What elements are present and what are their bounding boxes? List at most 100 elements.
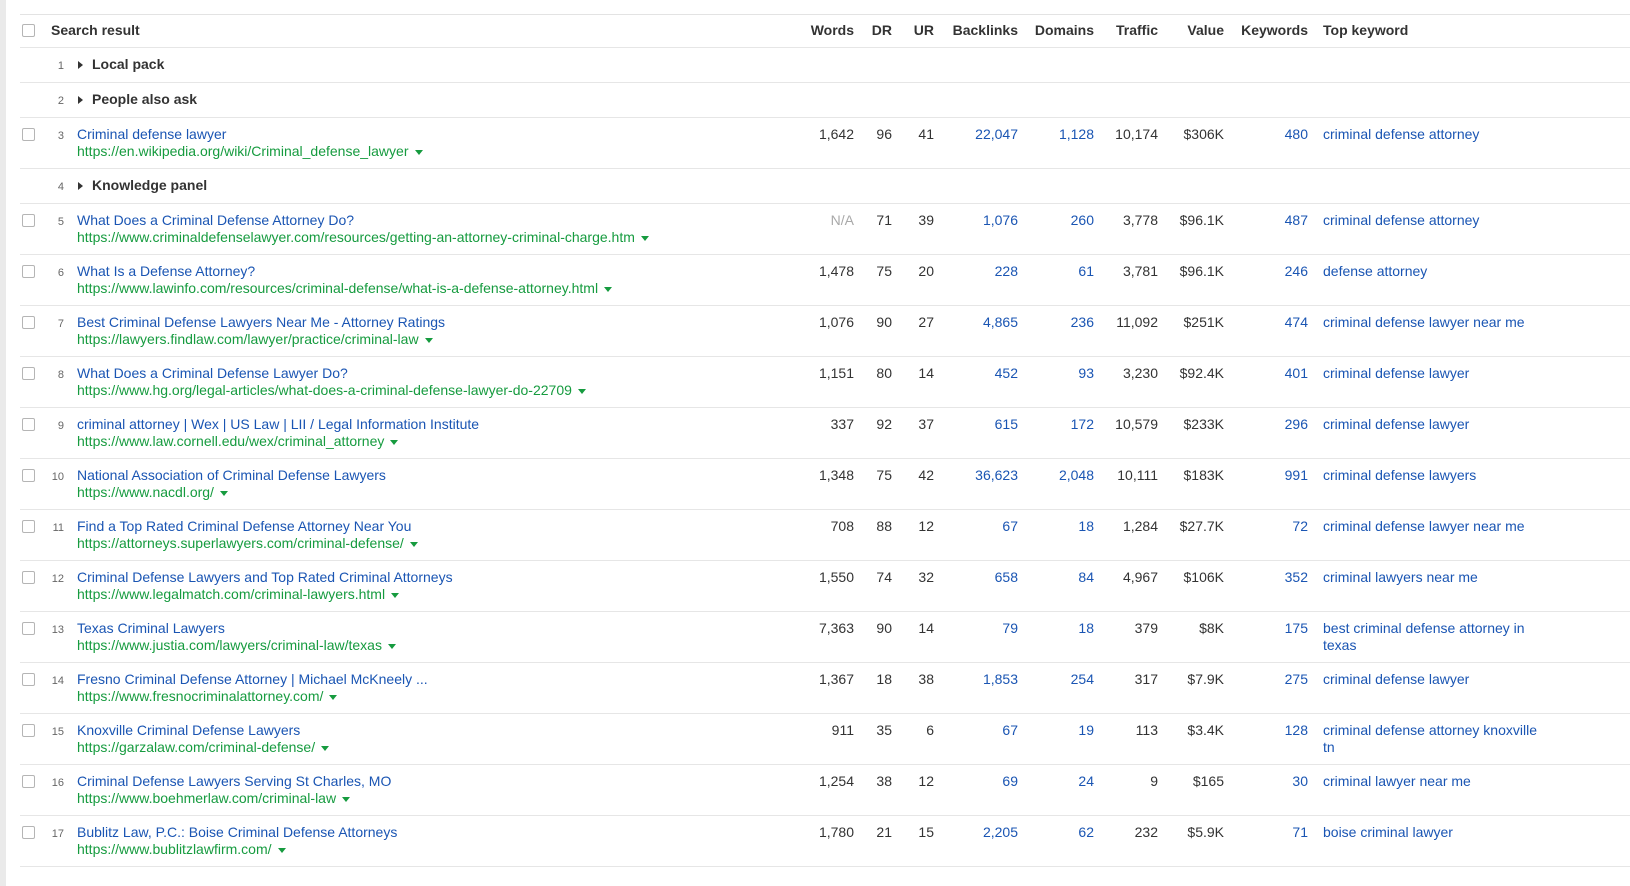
row-checkbox[interactable]: [22, 367, 35, 380]
backlinks-link[interactable]: 69: [940, 773, 1018, 790]
keywords-link[interactable]: 30: [1232, 773, 1308, 790]
top-keyword-link[interactable]: criminal lawyer near me: [1323, 773, 1538, 790]
result-url-link[interactable]: https://en.wikipedia.org/wiki/Criminal_d…: [77, 143, 423, 160]
top-keyword-link[interactable]: defense attorney: [1323, 263, 1538, 280]
header-value[interactable]: Value: [1165, 22, 1224, 39]
backlinks-link[interactable]: 22,047: [940, 126, 1018, 143]
top-keyword-link[interactable]: criminal defense lawyer: [1323, 671, 1538, 688]
header-words[interactable]: Words: [790, 22, 854, 39]
row-checkbox[interactable]: [22, 826, 35, 839]
top-keyword-link[interactable]: criminal defense attorney: [1323, 126, 1538, 143]
keywords-link[interactable]: 480: [1232, 126, 1308, 143]
result-url-text[interactable]: https://www.legalmatch.com/criminal-lawy…: [77, 586, 385, 602]
url-dropdown-icon[interactable]: [577, 388, 586, 394]
keywords-link[interactable]: 991: [1232, 467, 1308, 484]
result-title-link[interactable]: Knoxville Criminal Defense Lawyers: [77, 722, 300, 739]
backlinks-link[interactable]: 228: [940, 263, 1018, 280]
row-checkbox[interactable]: [22, 316, 35, 329]
result-url-link[interactable]: https://www.justia.com/lawyers/criminal-…: [77, 637, 396, 654]
result-url-text[interactable]: https://www.fresnocriminalattorney.com/: [77, 688, 323, 704]
top-keyword-link[interactable]: criminal defense lawyer: [1323, 416, 1538, 433]
url-dropdown-icon[interactable]: [414, 149, 423, 155]
row-checkbox[interactable]: [22, 265, 35, 278]
result-title-link[interactable]: Texas Criminal Lawyers: [77, 620, 225, 637]
row-checkbox[interactable]: [22, 673, 35, 686]
keywords-link[interactable]: 246: [1232, 263, 1308, 280]
expand-caret-icon[interactable]: [78, 96, 83, 104]
domains-link[interactable]: 18: [1030, 518, 1094, 535]
top-keyword-link[interactable]: criminal defense lawyer near me: [1323, 518, 1538, 535]
domains-link[interactable]: 84: [1030, 569, 1094, 586]
result-url-text[interactable]: https://www.hg.org/legal-articles/what-d…: [77, 382, 572, 398]
result-title-link[interactable]: Criminal Defense Lawyers Serving St Char…: [77, 773, 391, 790]
url-dropdown-icon[interactable]: [219, 490, 228, 496]
keywords-link[interactable]: 72: [1232, 518, 1308, 535]
url-dropdown-icon[interactable]: [424, 337, 433, 343]
result-url-link[interactable]: https://www.nacdl.org/: [77, 484, 228, 501]
result-url-link[interactable]: https://www.hg.org/legal-articles/what-d…: [77, 382, 586, 399]
header-traffic[interactable]: Traffic: [1102, 22, 1158, 39]
backlinks-link[interactable]: 67: [940, 722, 1018, 739]
row-checkbox[interactable]: [22, 469, 35, 482]
url-dropdown-icon[interactable]: [329, 694, 338, 700]
url-dropdown-icon[interactable]: [604, 286, 613, 292]
keywords-link[interactable]: 401: [1232, 365, 1308, 382]
row-checkbox[interactable]: [22, 128, 35, 141]
backlinks-link[interactable]: 67: [940, 518, 1018, 535]
domains-link[interactable]: 2,048: [1030, 467, 1094, 484]
result-url-text[interactable]: https://www.criminaldefenselawyer.com/re…: [77, 229, 635, 245]
top-keyword-link[interactable]: boise criminal lawyer: [1323, 824, 1538, 841]
result-url-link[interactable]: https://www.law.cornell.edu/wex/criminal…: [77, 433, 399, 450]
row-checkbox[interactable]: [22, 214, 35, 227]
backlinks-link[interactable]: 615: [940, 416, 1018, 433]
domains-link[interactable]: 260: [1030, 212, 1094, 229]
expand-caret-icon[interactable]: [78, 182, 83, 190]
result-url-text[interactable]: https://www.lawinfo.com/resources/crimin…: [77, 280, 598, 296]
top-keyword-link[interactable]: best criminal defense attorney in texas: [1323, 620, 1538, 654]
result-url-text[interactable]: https://en.wikipedia.org/wiki/Criminal_d…: [77, 143, 409, 159]
result-title-link[interactable]: Fresno Criminal Defense Attorney | Micha…: [77, 671, 428, 688]
header-top-keyword[interactable]: Top keyword: [1323, 22, 1523, 39]
url-dropdown-icon[interactable]: [409, 541, 418, 547]
url-dropdown-icon[interactable]: [390, 439, 399, 445]
header-dr[interactable]: DR: [862, 22, 892, 39]
result-url-text[interactable]: https://lawyers.findlaw.com/lawyer/pract…: [77, 331, 419, 347]
result-url-link[interactable]: https://lawyers.findlaw.com/lawyer/pract…: [77, 331, 433, 348]
keywords-link[interactable]: 474: [1232, 314, 1308, 331]
domains-link[interactable]: 24: [1030, 773, 1094, 790]
result-url-link[interactable]: https://www.bublitzlawfirm.com/: [77, 841, 286, 858]
domains-link[interactable]: 172: [1030, 416, 1094, 433]
result-url-text[interactable]: https://garzalaw.com/criminal-defense/: [77, 739, 315, 755]
row-checkbox[interactable]: [22, 724, 35, 737]
url-dropdown-icon[interactable]: [640, 235, 649, 241]
keywords-link[interactable]: 352: [1232, 569, 1308, 586]
top-keyword-link[interactable]: criminal lawyers near me: [1323, 569, 1538, 586]
backlinks-link[interactable]: 658: [940, 569, 1018, 586]
serp-feature-name[interactable]: Knowledge panel: [92, 177, 207, 194]
result-url-link[interactable]: https://garzalaw.com/criminal-defense/: [77, 739, 330, 756]
result-url-link[interactable]: https://www.lawinfo.com/resources/crimin…: [77, 280, 613, 297]
result-url-text[interactable]: https://www.bublitzlawfirm.com/: [77, 841, 272, 857]
row-checkbox[interactable]: [22, 622, 35, 635]
top-keyword-link[interactable]: criminal defense lawyer near me: [1323, 314, 1538, 331]
result-title-link[interactable]: Find a Top Rated Criminal Defense Attorn…: [77, 518, 411, 535]
top-keyword-link[interactable]: criminal defense attorney: [1323, 212, 1538, 229]
backlinks-link[interactable]: 36,623: [940, 467, 1018, 484]
result-title-link[interactable]: What Is a Defense Attorney?: [77, 263, 255, 280]
domains-link[interactable]: 1,128: [1030, 126, 1094, 143]
backlinks-link[interactable]: 1,076: [940, 212, 1018, 229]
top-keyword-link[interactable]: criminal defense lawyer: [1323, 365, 1538, 382]
row-checkbox[interactable]: [22, 520, 35, 533]
result-url-link[interactable]: https://www.legalmatch.com/criminal-lawy…: [77, 586, 400, 603]
keywords-link[interactable]: 175: [1232, 620, 1308, 637]
domains-link[interactable]: 61: [1030, 263, 1094, 280]
header-search-result[interactable]: Search result: [51, 22, 140, 39]
domains-link[interactable]: 18: [1030, 620, 1094, 637]
result-url-link[interactable]: https://www.boehmerlaw.com/criminal-law: [77, 790, 351, 807]
row-checkbox[interactable]: [22, 775, 35, 788]
url-dropdown-icon[interactable]: [342, 796, 351, 802]
result-url-text[interactable]: https://www.justia.com/lawyers/criminal-…: [77, 637, 382, 653]
keywords-link[interactable]: 487: [1232, 212, 1308, 229]
keywords-link[interactable]: 71: [1232, 824, 1308, 841]
result-title-link[interactable]: Best Criminal Defense Lawyers Near Me - …: [77, 314, 445, 331]
